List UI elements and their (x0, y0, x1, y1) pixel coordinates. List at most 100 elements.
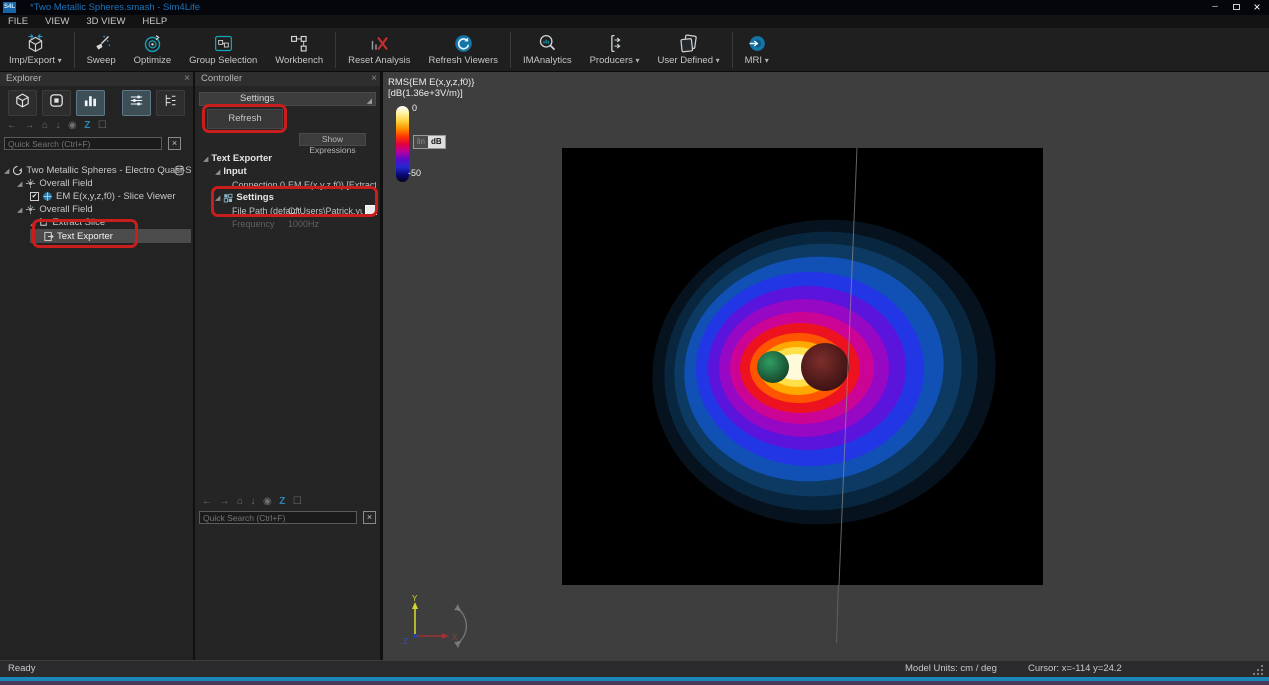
expand-caret-icon[interactable]: ◢ (17, 180, 22, 188)
browse-button[interactable] (365, 205, 377, 215)
toolbar-item-reset-analysis[interactable]: Reset Analysis (339, 28, 419, 72)
expand-caret-icon[interactable]: ◢ (203, 155, 208, 163)
expand-caret-icon[interactable]: ◢ (215, 194, 220, 202)
menu-help[interactable]: HELP (142, 16, 167, 27)
property-value[interactable]: C:\Users\Patrick.yu\Do (288, 206, 363, 216)
slice-axis-line-extension (836, 585, 839, 643)
home-icon[interactable]: ⌂ (42, 120, 48, 131)
visibility-checkbox[interactable]: ✔ (30, 192, 39, 201)
mri-icon (746, 33, 767, 54)
toolbar-item-imp-export[interactable]: Imp/Export ▾ (0, 28, 71, 72)
tree-item-text-exporter[interactable]: Text Exporter (30, 229, 191, 243)
menu-3d-view[interactable]: 3D VIEW (86, 16, 125, 27)
toolbar-item-label: Optimize (134, 55, 171, 66)
properties-view-button[interactable] (122, 90, 151, 116)
tree-item-two-metallic-spheres-electro-quasi-static[interactable]: ◢ Two Metallic Spheres - Electro Quasi-St… (0, 164, 191, 177)
down-arrow-icon[interactable]: ↓ (251, 496, 256, 507)
toolbar-item-user-defined[interactable]: User Defined ▾ (649, 28, 729, 72)
settings-dropdown[interactable]: Settings ◢ (199, 92, 376, 106)
toolbar-item-imanalytics[interactable]: IMAnalytics (514, 28, 581, 72)
minimize-button[interactable]: – (1207, 1, 1223, 14)
toolbar-item-refresh-viewers[interactable]: Refresh Viewers (419, 28, 507, 72)
menu-view[interactable]: VIEW (45, 16, 69, 27)
z-sort-icon[interactable]: Z (84, 120, 90, 131)
toolbar-item-mri[interactable]: MRI ▾ (736, 28, 778, 72)
property-tree: ◢Text Exporter◢InputConnection 0EM E(x,y… (195, 152, 380, 230)
dropdown-caret-icon: ▾ (636, 56, 640, 65)
restore-button[interactable] (1228, 1, 1244, 14)
orientation-axes: Y X Z (393, 592, 471, 654)
back-arrow-icon[interactable]: ← (202, 496, 212, 507)
controller-search-input[interactable] (199, 511, 357, 524)
close-button[interactable]: × (1249, 1, 1265, 14)
explorer-search-input[interactable] (4, 137, 162, 150)
slice-viewer-icon (42, 191, 53, 202)
visibility-eye-icon[interactable]: ◉ (68, 120, 77, 131)
window-title: *Two Metallic Spheres.smash - Sim4Life (30, 2, 200, 13)
tree-view-button[interactable] (156, 90, 185, 116)
3d-viewport[interactable]: RMS{EM E(x,y,z,f0)} [dB(1.36e+3V/m)] 0 -… (383, 72, 1269, 660)
tree-item-extract-slice[interactable]: ◢Extract Slice (0, 216, 191, 229)
toolbar-item-label: Group Selection (189, 55, 257, 66)
reset-analysis-icon (369, 33, 390, 54)
toolbar-item-label: MRI ▾ (745, 55, 769, 66)
property-value[interactable]: EM E(x,y,z,f0) [Extract Sl... (288, 180, 376, 190)
status-bar: Ready Model Units: cm / deg Cursor: x=-1… (0, 660, 1269, 677)
toolbar-item-label: Imp/Export ▾ (9, 55, 62, 66)
x-axis-label: X (452, 633, 458, 642)
tree-item-overall-field[interactable]: ◢Overall Field (0, 203, 191, 216)
controller-title: Controller (201, 73, 242, 84)
controller-close-icon[interactable]: × (371, 72, 377, 85)
z-sort-icon[interactable]: Z (279, 496, 285, 507)
expand-caret-icon[interactable]: ◢ (4, 167, 9, 175)
down-arrow-icon[interactable]: ↓ (56, 120, 61, 131)
property-label: Frequency (232, 219, 275, 229)
home-icon[interactable]: ⌂ (237, 496, 243, 507)
colorbar-min-label: -50 (408, 168, 421, 178)
colorbar-unit-toggle[interactable]: lin dB (413, 135, 446, 149)
toolbar-item-optimize[interactable]: Optimize (125, 28, 180, 72)
db-toggle[interactable]: dB (428, 136, 445, 148)
settings-dropdown-label: Settings (240, 93, 274, 104)
explorer-close-icon[interactable]: × (184, 72, 190, 85)
forward-arrow-icon[interactable]: → (25, 120, 35, 131)
simulation-view-button[interactable] (42, 90, 71, 116)
lin-toggle[interactable]: lin (414, 136, 428, 148)
status-model-units: Model Units: cm / deg (905, 663, 997, 674)
menu-file[interactable]: FILE (8, 16, 28, 27)
toolbar-item-producers[interactable]: Producers ▾ (581, 28, 649, 72)
toolbar-separator (732, 32, 733, 68)
toolbar-item-sweep[interactable]: Sweep (78, 28, 125, 72)
controller-search-clear-icon[interactable]: × (363, 511, 376, 524)
show-expressions-button[interactable]: Show Expressions (299, 133, 366, 146)
toolbar-item-label: IMAnalytics (523, 55, 572, 66)
filter-checkbox-icon[interactable]: ☐ (98, 120, 107, 131)
tree-item-label: Two Metallic Spheres - Electro Quasi-Sta… (26, 165, 191, 176)
tree-item-em-e-x-y-z-f0-slice-viewer[interactable]: ✔EM E(x,y,z,f0) - Slice Viewer (0, 190, 191, 203)
analysis-view-button[interactable] (76, 90, 105, 116)
filter-checkbox-icon[interactable]: ☐ (293, 496, 302, 507)
visibility-eye-icon[interactable]: ◉ (263, 496, 272, 507)
toolbar-separator (510, 32, 511, 68)
property-file-path-default: File Path (defaultC:\Users\Patrick.yu\Do (195, 204, 380, 217)
toolbar-item-group-selection[interactable]: Group Selection (180, 28, 266, 72)
expand-caret-icon[interactable]: ◢ (30, 219, 35, 227)
resize-grip[interactable] (1253, 664, 1264, 675)
text-exporter-icon (43, 231, 54, 242)
back-arrow-icon[interactable]: ← (7, 120, 17, 131)
sweep-icon (91, 33, 112, 54)
colorbar-max-label: 0 (412, 103, 417, 113)
expand-caret-icon[interactable]: ◢ (17, 206, 22, 214)
taskbar-edge (0, 681, 1269, 685)
model-view-button[interactable] (8, 90, 37, 116)
explorer-search-clear-icon[interactable]: × (168, 137, 181, 150)
toolbar-item-workbench[interactable]: Workbench (266, 28, 332, 72)
property-connection-0: Connection 0EM E(x,y,z,f0) [Extract Sl..… (195, 178, 380, 191)
slice-plane[interactable] (562, 148, 1043, 585)
tree-item-overall-field[interactable]: ◢Overall Field (0, 177, 191, 190)
refresh-button[interactable]: Refresh (207, 109, 283, 129)
property-value[interactable]: 1000Hz (288, 219, 376, 229)
property-input: ◢Input (195, 165, 380, 178)
forward-arrow-icon[interactable]: → (220, 496, 230, 507)
expand-caret-icon[interactable]: ◢ (215, 168, 220, 176)
